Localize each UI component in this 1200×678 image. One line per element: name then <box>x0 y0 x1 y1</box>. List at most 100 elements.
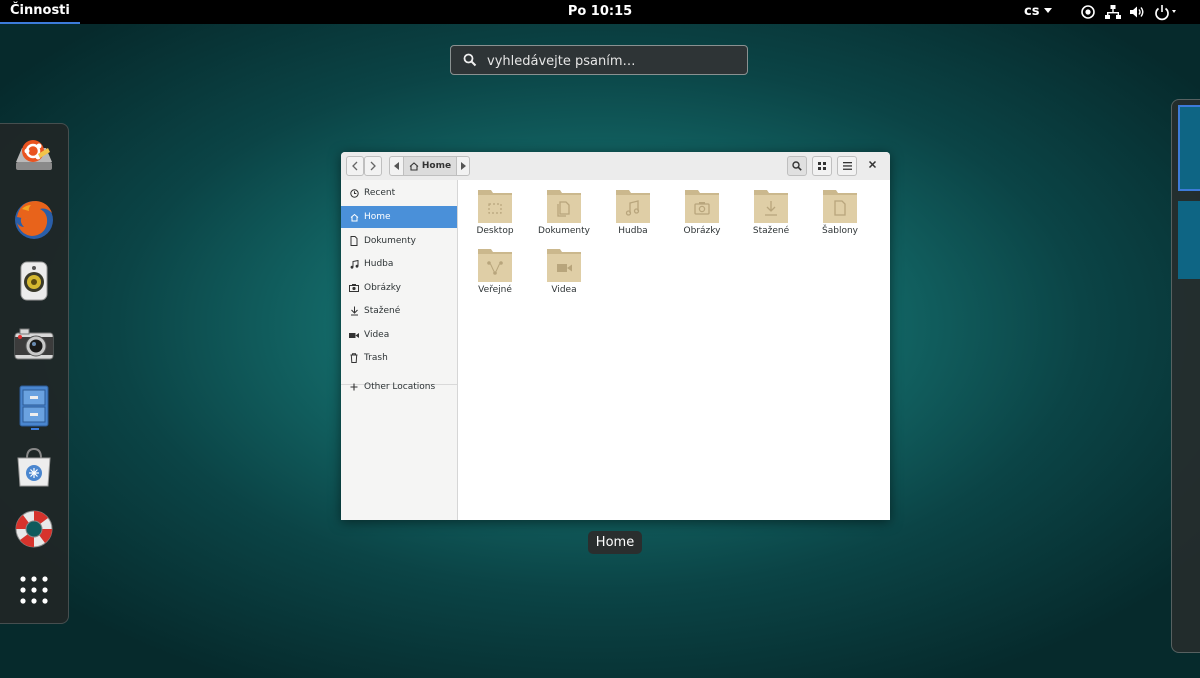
sidebar-item-trash[interactable]: Trash <box>341 347 457 369</box>
rhythmbox-launcher[interactable] <box>11 258 57 304</box>
search-button[interactable] <box>787 156 807 176</box>
close-button[interactable] <box>868 159 877 172</box>
arrow-left-icon <box>393 162 399 170</box>
show-applications-button[interactable] <box>11 567 57 613</box>
help-launcher[interactable] <box>11 506 57 552</box>
network-icon[interactable] <box>1105 3 1121 21</box>
arrow-right-icon <box>460 162 466 170</box>
path-home-label: Home <box>421 161 452 171</box>
folder-label: Stažené <box>752 226 790 236</box>
sidebar-item-label: Home <box>364 212 391 222</box>
camera-launcher[interactable] <box>11 321 57 367</box>
folder-templates-icon <box>823 190 857 223</box>
folder-dokumenty[interactable]: Dokumenty <box>531 188 597 236</box>
music-icon <box>350 259 358 269</box>
search-icon <box>463 53 477 67</box>
sidebar-item-other-locations[interactable]: Other Locations <box>341 376 457 398</box>
document-icon <box>350 236 358 246</box>
sidebar-item-label: Stažené <box>364 306 401 316</box>
accessibility-icon[interactable] <box>1080 3 1096 21</box>
software-store-icon <box>17 447 51 487</box>
folder-music-icon <box>616 190 650 223</box>
folder-stazene[interactable]: Stažené <box>738 188 804 236</box>
chevron-left-icon <box>352 161 358 171</box>
rhythmbox-speaker-icon <box>20 261 48 301</box>
power-icon[interactable] <box>1154 3 1180 21</box>
sidebar-item-home[interactable]: Home <box>341 206 457 228</box>
firefox-launcher[interactable] <box>11 196 57 242</box>
back-button[interactable] <box>346 156 364 176</box>
home-icon <box>409 161 419 171</box>
folder-desktop[interactable]: Desktop <box>462 188 528 236</box>
sidebar-item-label: Videa <box>364 330 390 340</box>
sidebar-item-label: Hudba <box>364 259 394 269</box>
dash <box>0 123 69 624</box>
clock-icon <box>349 188 359 198</box>
folder-label: Obrázky <box>683 226 721 236</box>
show-applications-grid-icon <box>20 576 48 604</box>
sidebar-item-hudba[interactable]: Hudba <box>341 253 457 275</box>
forward-button[interactable] <box>364 156 382 176</box>
running-indicator <box>31 428 39 430</box>
firefox-icon <box>15 201 53 239</box>
folder-label: Veřejné <box>478 285 512 295</box>
header-bar: Home <box>341 152 890 181</box>
folder-sablony[interactable]: Šablony <box>807 188 873 236</box>
sidebar-item-label: Other Locations <box>364 382 436 392</box>
sidebar-item-dokumenty[interactable]: Dokumenty <box>341 230 457 252</box>
search-input[interactable] <box>485 49 739 73</box>
folder-documents-icon <box>547 190 581 223</box>
path-home-button[interactable]: Home <box>403 157 457 175</box>
sidebar-item-obrazky[interactable]: Obrázky <box>341 277 457 299</box>
trash-icon <box>350 353 358 363</box>
file-view: Desktop Dokumenty Hudba Obrázky Stažené … <box>458 180 890 520</box>
folder-label: Šablony <box>822 226 858 236</box>
search-box[interactable] <box>450 45 748 75</box>
folder-hudba[interactable]: Hudba <box>600 188 666 236</box>
folder-verejne[interactable]: Veřejné <box>462 247 528 295</box>
folder-label: Videa <box>551 285 577 295</box>
download-icon <box>350 306 358 316</box>
plus-icon <box>350 383 358 391</box>
volume-icon[interactable] <box>1128 3 1146 21</box>
activities-button[interactable]: Činnosti <box>0 0 80 24</box>
grid-view-icon <box>818 162 826 170</box>
workspace-switcher <box>1171 99 1200 653</box>
software-store-launcher[interactable] <box>11 445 57 491</box>
folder-label: Dokumenty <box>538 226 590 236</box>
window-title-label: Home <box>588 531 642 554</box>
workspace-1-thumbnail[interactable] <box>1178 105 1200 191</box>
folder-public-share-icon <box>478 249 512 282</box>
files-window[interactable]: Home Recent Home Dokumenty Hudba Obrázky… <box>341 152 890 520</box>
file-cabinet-icon <box>19 385 49 427</box>
clock: Po 10:15 <box>0 0 1200 24</box>
chevron-right-icon <box>370 161 376 171</box>
path-scroll-right-button[interactable] <box>456 157 469 175</box>
sidebar-item-videa[interactable]: Videa <box>341 324 457 346</box>
camera-small-icon <box>349 284 359 292</box>
files-launcher[interactable] <box>11 383 57 429</box>
language-label: cs <box>1024 4 1040 19</box>
home-icon <box>350 213 358 221</box>
top-bar: Činnosti Po 10:15 cs <box>0 0 1200 24</box>
workspace-2-thumbnail[interactable] <box>1178 201 1200 279</box>
folder-obrazky[interactable]: Obrázky <box>669 188 735 236</box>
sidebar-item-stazene[interactable]: Stažené <box>341 300 457 322</box>
path-scroll-left-button[interactable] <box>390 157 403 175</box>
hamburger-menu-icon <box>842 162 852 170</box>
folder-download-icon <box>754 190 788 223</box>
menu-button[interactable] <box>837 156 857 176</box>
folder-videos-icon <box>547 249 581 282</box>
folder-videa[interactable]: Videa <box>531 247 597 295</box>
view-grid-button[interactable] <box>812 156 832 176</box>
software-updater-launcher[interactable] <box>11 133 57 179</box>
sidebar-item-label: Obrázky <box>364 283 401 293</box>
folder-pictures-icon <box>685 190 719 223</box>
language-indicator[interactable]: cs <box>1024 0 1053 24</box>
folder-desktop-icon <box>478 190 512 223</box>
search-icon <box>792 161 802 171</box>
close-icon <box>868 160 877 169</box>
clock-label[interactable]: Po 10:15 <box>568 4 632 19</box>
sidebar-item-recent[interactable]: Recent <box>341 182 457 204</box>
chevron-down-icon <box>1044 8 1053 13</box>
